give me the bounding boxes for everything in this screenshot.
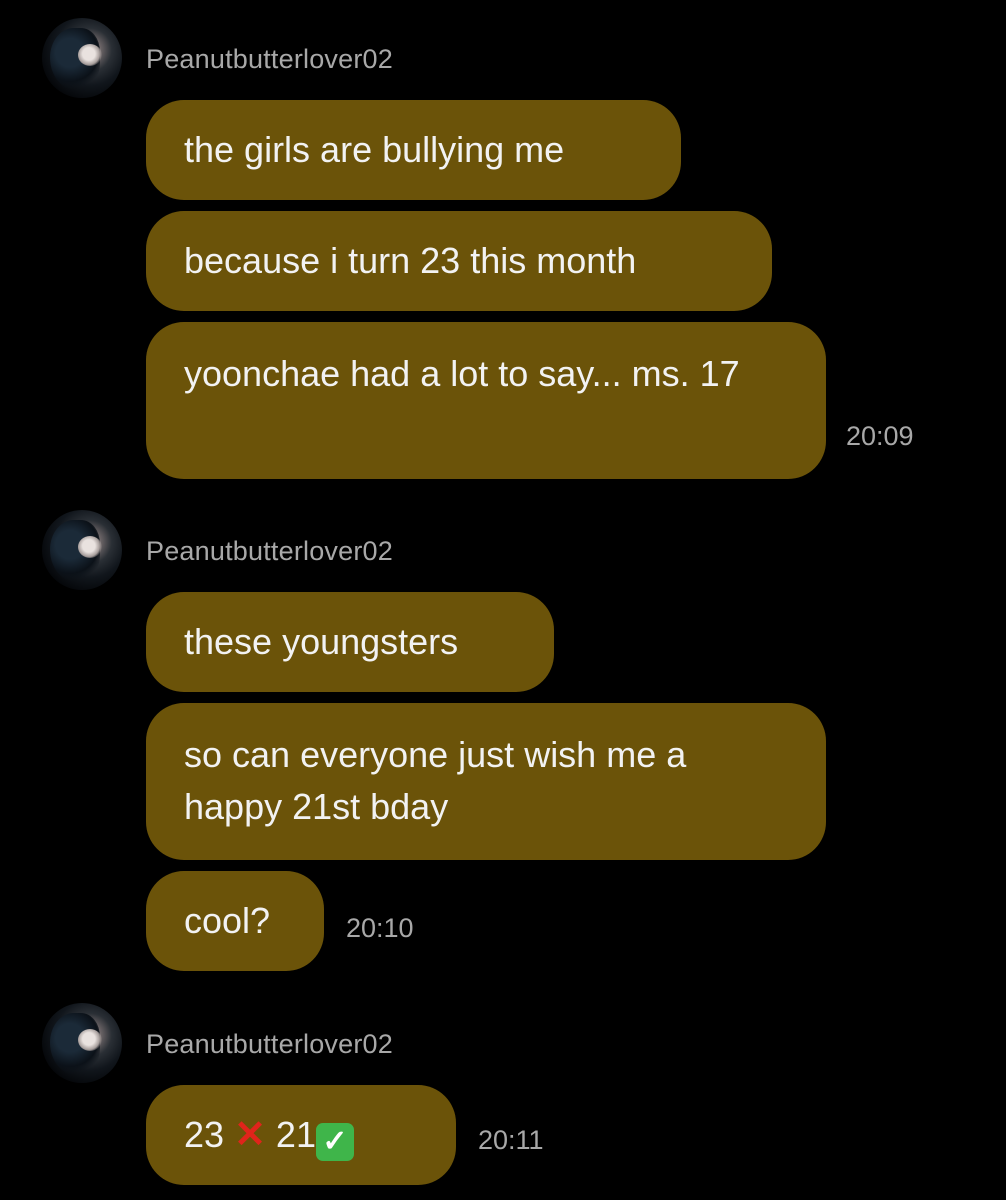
cross-mark-icon: ✕: [234, 1114, 266, 1156]
avatar-face: [78, 44, 102, 66]
avatar[interactable]: [42, 18, 122, 98]
avatar[interactable]: [42, 510, 122, 590]
message-text: because i turn 23 this month: [184, 240, 637, 281]
message-text-part: 21: [275, 1114, 316, 1155]
message-text: cool?: [184, 900, 271, 941]
message-bubble[interactable]: yoonchae had a lot to say... ms. 17: [146, 322, 826, 479]
message-text: yoonchae had a lot to say... ms. 17: [184, 353, 740, 394]
message-bubble[interactable]: 23 ✕ 21 ✓: [146, 1085, 456, 1185]
avatar-face: [78, 536, 102, 558]
avatar[interactable]: [42, 1003, 122, 1083]
message-timestamp: 20:11: [478, 1125, 544, 1155]
check-mark-button-icon: ✓: [315, 1123, 354, 1161]
avatar-face: [78, 1029, 102, 1051]
message-bubble[interactable]: cool?: [146, 871, 324, 971]
sender-username[interactable]: Peanutbutterlover02: [146, 44, 393, 75]
message-timestamp: 20:09: [846, 421, 914, 451]
message-text: so can everyone just wish me a happy 21s…: [184, 734, 687, 827]
message-text: the girls are bullying me: [184, 129, 565, 170]
message-bubble[interactable]: the girls are bullying me: [146, 100, 681, 200]
sender-username[interactable]: Peanutbutterlover02: [146, 1029, 393, 1060]
message-bubble[interactable]: because i turn 23 this month: [146, 211, 772, 311]
message-bubble[interactable]: so can everyone just wish me a happy 21s…: [146, 703, 826, 860]
message-text: these youngsters: [184, 621, 459, 662]
sender-username[interactable]: Peanutbutterlover02: [146, 536, 393, 567]
message-text-part: 23: [184, 1114, 225, 1155]
message-timestamp: 20:10: [346, 913, 414, 943]
message-bubble[interactable]: these youngsters: [146, 592, 554, 692]
